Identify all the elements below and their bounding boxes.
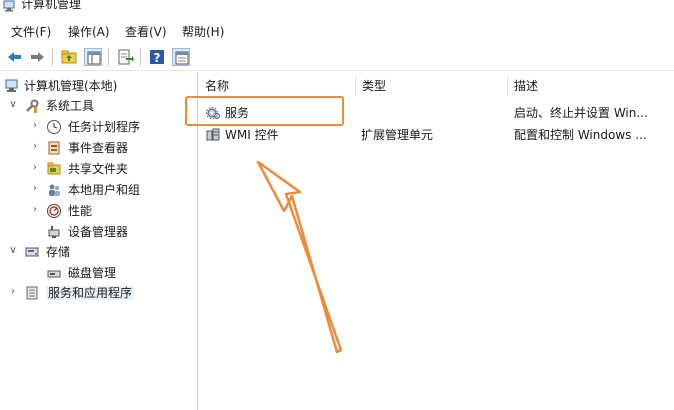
menu-bar: 文件(F) 操作(A) 查看(V) 帮助(H) <box>0 22 674 42</box>
svg-text:?: ? <box>154 51 161 65</box>
tree-item-shared-folders[interactable]: › 共享文件夹 <box>0 159 196 179</box>
menu-view[interactable]: 查看(V) <box>125 25 167 39</box>
help-icon[interactable]: ? <box>148 48 166 66</box>
shared-folder-icon <box>46 161 62 177</box>
tree-item-label: 系统工具 <box>46 99 95 113</box>
tree-item-device-manager[interactable]: 设备管理器 <box>0 222 196 242</box>
clock-icon <box>46 119 62 135</box>
toolbar-separator <box>52 48 53 66</box>
users-icon <box>46 182 62 198</box>
tree-item-label: 共享文件夹 <box>68 162 129 176</box>
tree-item-performance[interactable]: › 性能 <box>0 201 196 221</box>
tree-item-computer-management[interactable]: 计算机管理(本地) <box>0 76 196 96</box>
navigation-tree: 计算机管理(本地) ∨ 系统工具 › 任务计划程序 › 事件查看器 › 共享文件… <box>0 72 198 410</box>
chevron-right-icon[interactable]: › <box>30 120 40 132</box>
column-header-type[interactable]: 类型 <box>356 76 508 96</box>
tree-item-storage[interactable]: ∨ 存储 <box>0 242 196 262</box>
forward-arrow-icon[interactable] <box>28 48 46 66</box>
column-header-name[interactable]: 名称 <box>199 76 356 96</box>
up-folder-icon[interactable] <box>60 48 78 66</box>
export-list-icon[interactable] <box>116 48 134 66</box>
services-apps-icon <box>24 285 40 301</box>
toolbar: ? <box>0 44 674 71</box>
tools-icon <box>24 98 40 114</box>
tree-item-system-tools[interactable]: ∨ 系统工具 <box>0 96 196 116</box>
chevron-right-icon[interactable]: › <box>8 286 18 298</box>
wmi-control-icon <box>205 127 221 143</box>
list-cell-description: 配置和控制 Windows ... <box>514 128 647 142</box>
properties-icon[interactable] <box>172 48 190 66</box>
tree-item-label: 服务和应用程序 <box>46 286 135 300</box>
tree-item-label: 任务计划程序 <box>68 120 141 134</box>
chevron-down-icon[interactable]: ∨ <box>8 99 18 111</box>
event-viewer-icon <box>46 140 62 156</box>
device-manager-icon <box>46 224 62 240</box>
chevron-right-icon[interactable]: › <box>30 141 40 153</box>
tree-item-label: 存储 <box>46 245 71 259</box>
tree-item-label: 事件查看器 <box>68 141 129 155</box>
tree-item-task-scheduler[interactable]: › 任务计划程序 <box>0 117 196 137</box>
show-hide-tree-icon[interactable] <box>84 48 102 66</box>
tree-item-label: 性能 <box>68 204 93 218</box>
window-title: 计算机管理 <box>21 0 82 11</box>
toolbar-separator <box>108 48 109 66</box>
back-arrow-icon[interactable] <box>6 48 24 66</box>
tree-item-label: 磁盘管理 <box>68 266 117 280</box>
computer-management-icon <box>3 0 17 12</box>
title-bar: 计算机管理 <box>0 0 674 18</box>
menu-help[interactable]: 帮助(H) <box>182 25 224 39</box>
tree-item-label: 设备管理器 <box>68 225 129 239</box>
chevron-down-icon[interactable]: ∨ <box>8 245 18 257</box>
chevron-right-icon[interactable]: › <box>30 204 40 216</box>
tree-item-label: 计算机管理(本地) <box>24 79 118 93</box>
list-cell-type: 扩展管理单元 <box>361 128 434 142</box>
tree-item-label: 本地用户和组 <box>68 183 141 197</box>
tree-item-local-users-groups[interactable]: › 本地用户和组 <box>0 180 196 200</box>
chevron-right-icon[interactable]: › <box>30 183 40 195</box>
list-row-wmi-control[interactable]: WMI 控件 扩展管理单元 配置和控制 Windows ... <box>199 124 674 146</box>
computer-management-icon <box>4 78 20 94</box>
tree-item-event-viewer[interactable]: › 事件查看器 <box>0 138 196 158</box>
menu-action[interactable]: 操作(A) <box>68 25 110 39</box>
list-cell-description: 启动、终止并设置 Win... <box>514 106 648 120</box>
menu-file[interactable]: 文件(F) <box>11 25 51 39</box>
tree-item-services-applications[interactable]: › 服务和应用程序 <box>0 283 196 303</box>
annotation-highlight-box <box>185 96 344 126</box>
storage-icon <box>24 244 40 260</box>
toolbar-separator <box>140 48 141 66</box>
performance-icon <box>46 203 62 219</box>
disk-icon <box>46 265 62 281</box>
tree-item-disk-management[interactable]: 磁盘管理 <box>0 263 196 283</box>
list-cell-name: WMI 控件 <box>225 128 279 142</box>
column-header-description[interactable]: 描述 <box>508 76 670 96</box>
chevron-right-icon[interactable]: › <box>30 162 40 174</box>
